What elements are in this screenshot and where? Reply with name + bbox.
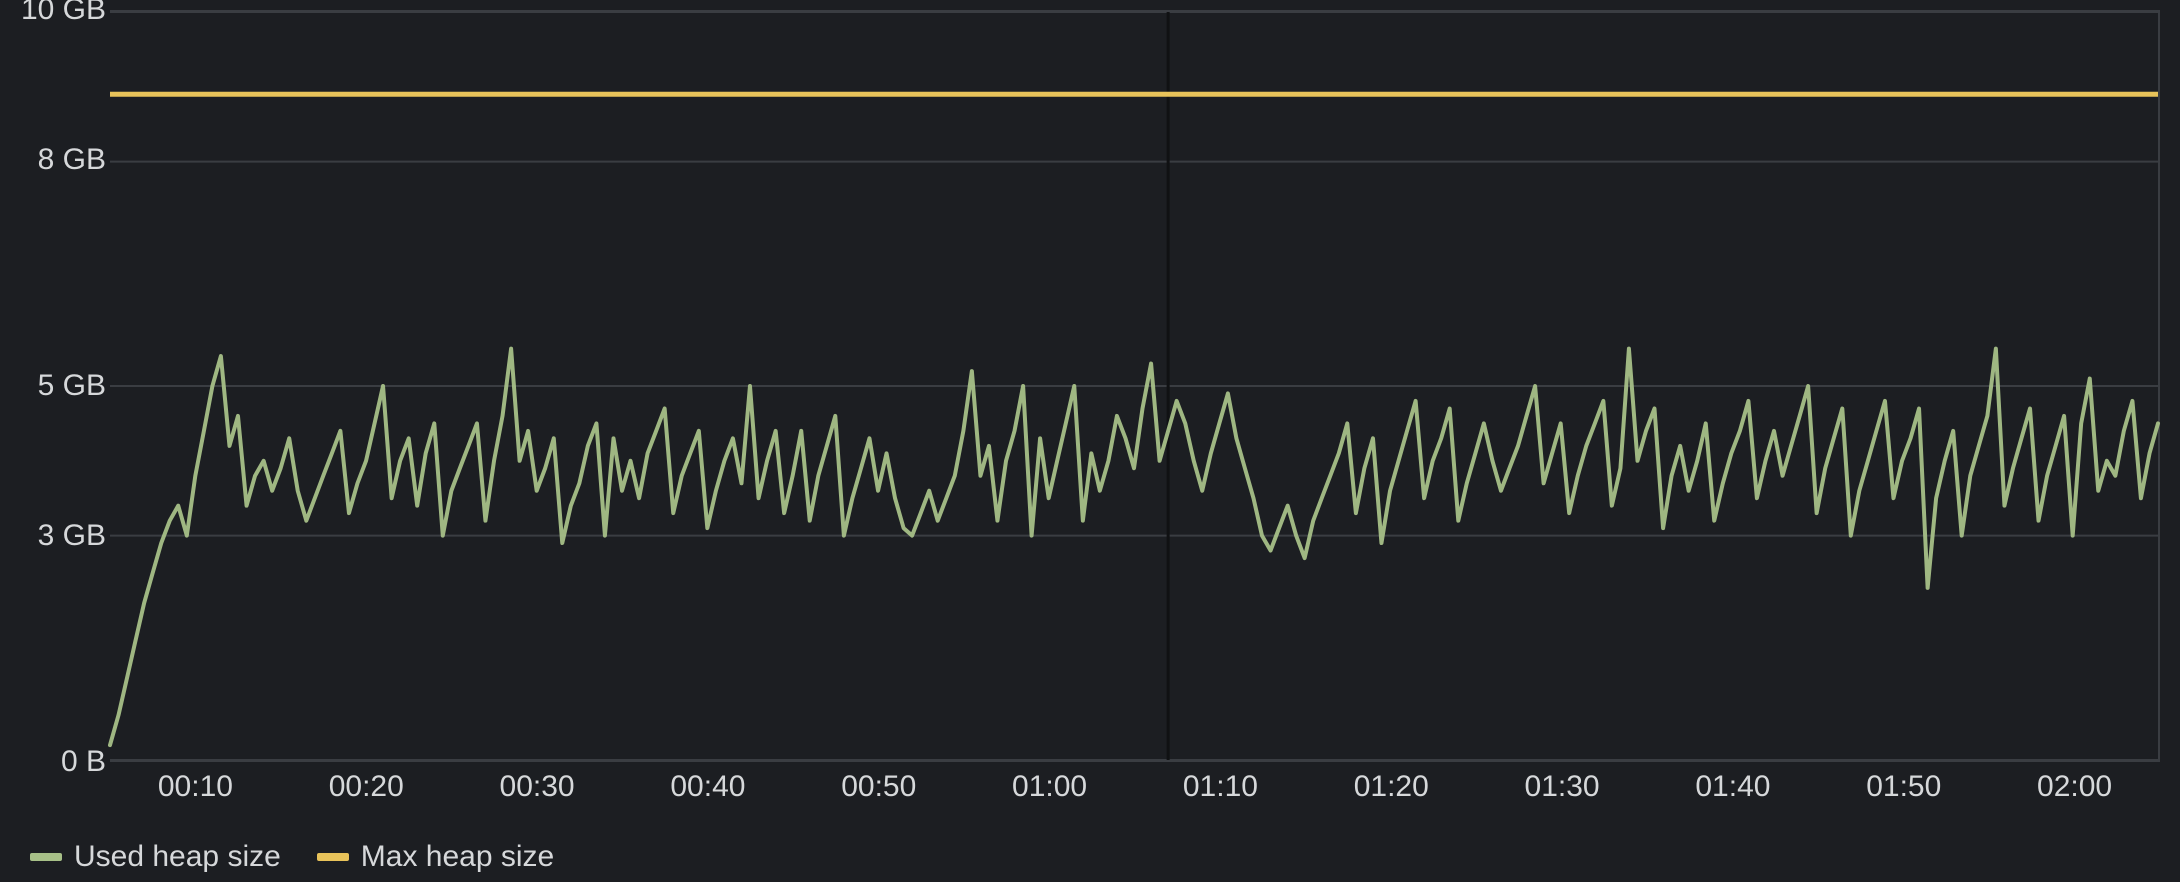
plot-area[interactable] <box>110 10 2160 762</box>
legend-label: Max heap size <box>361 840 554 874</box>
x-tick-label: 00:30 <box>500 770 575 804</box>
y-tick-label: 10 GB <box>21 0 106 27</box>
x-tick-label: 01:20 <box>1354 770 1429 804</box>
x-tick-label: 00:10 <box>158 770 233 804</box>
x-tick-label: 01:50 <box>1866 770 1941 804</box>
legend-item-used-heap[interactable]: Used heap size <box>30 840 281 874</box>
x-tick-label: 02:00 <box>2037 770 2112 804</box>
x-tick-label: 01:10 <box>1183 770 1258 804</box>
legend-item-max-heap[interactable]: Max heap size <box>317 840 554 874</box>
y-tick-label: 3 GB <box>38 519 106 553</box>
y-tick-label: 5 GB <box>38 369 106 403</box>
x-tick-label: 01:40 <box>1695 770 1770 804</box>
series-used-heap <box>110 349 2158 745</box>
legend-label: Used heap size <box>74 840 281 874</box>
x-tick-label: 01:00 <box>1012 770 1087 804</box>
heap-chart-panel: 0 B 3 GB 5 GB 8 GB 10 GB 00:10 00:20 00:30 00:4… <box>0 0 2180 882</box>
legend-swatch <box>30 853 62 861</box>
chart-svg <box>110 12 2158 760</box>
y-tick-label: 8 GB <box>38 143 106 177</box>
legend: Used heap size Max heap size <box>30 840 554 874</box>
x-tick-label: 00:20 <box>329 770 404 804</box>
legend-swatch <box>317 853 349 861</box>
x-tick-label: 00:50 <box>841 770 916 804</box>
y-tick-label: 0 B <box>61 745 106 779</box>
x-tick-label: 00:40 <box>670 770 745 804</box>
x-tick-label: 01:30 <box>1525 770 1600 804</box>
